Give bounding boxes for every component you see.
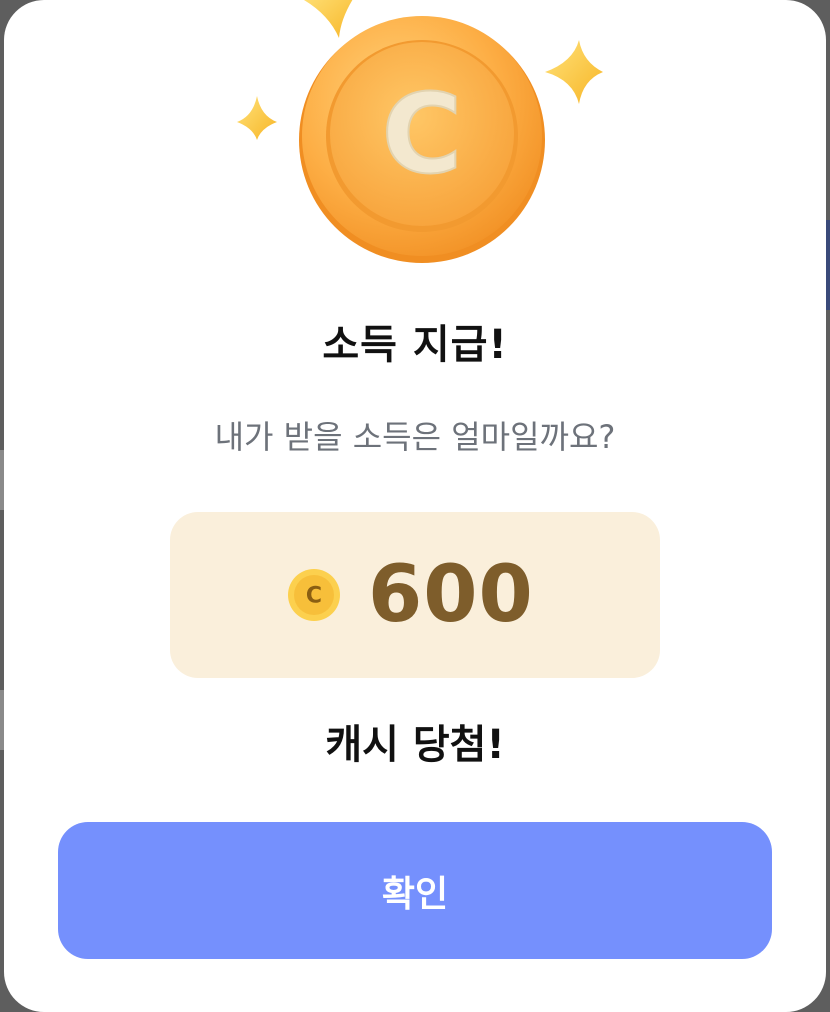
reward-amount-box: C 600 <box>170 512 660 678</box>
reward-amount: 600 <box>368 550 534 640</box>
result-text: 캐시 당첨! <box>325 722 505 768</box>
modal-title: 소득 지급! <box>322 322 508 368</box>
confirm-button[interactable]: 확인 <box>58 822 772 959</box>
modal-subtitle: 내가 받을 소득은 얼마일까요? <box>214 418 616 456</box>
cash-coin-symbol: C <box>306 584 322 609</box>
coin-letter: C <box>382 70 463 198</box>
coin-with-sparkles-icon: C <box>237 0 603 263</box>
income-reward-modal: C 소득 지급! 내가 받을 소득은 얼마일까요? C 600 캐시 당첨! 확… <box>4 0 826 1012</box>
cash-coin-icon: C <box>288 569 340 621</box>
confirm-button-label: 확인 <box>381 873 449 915</box>
